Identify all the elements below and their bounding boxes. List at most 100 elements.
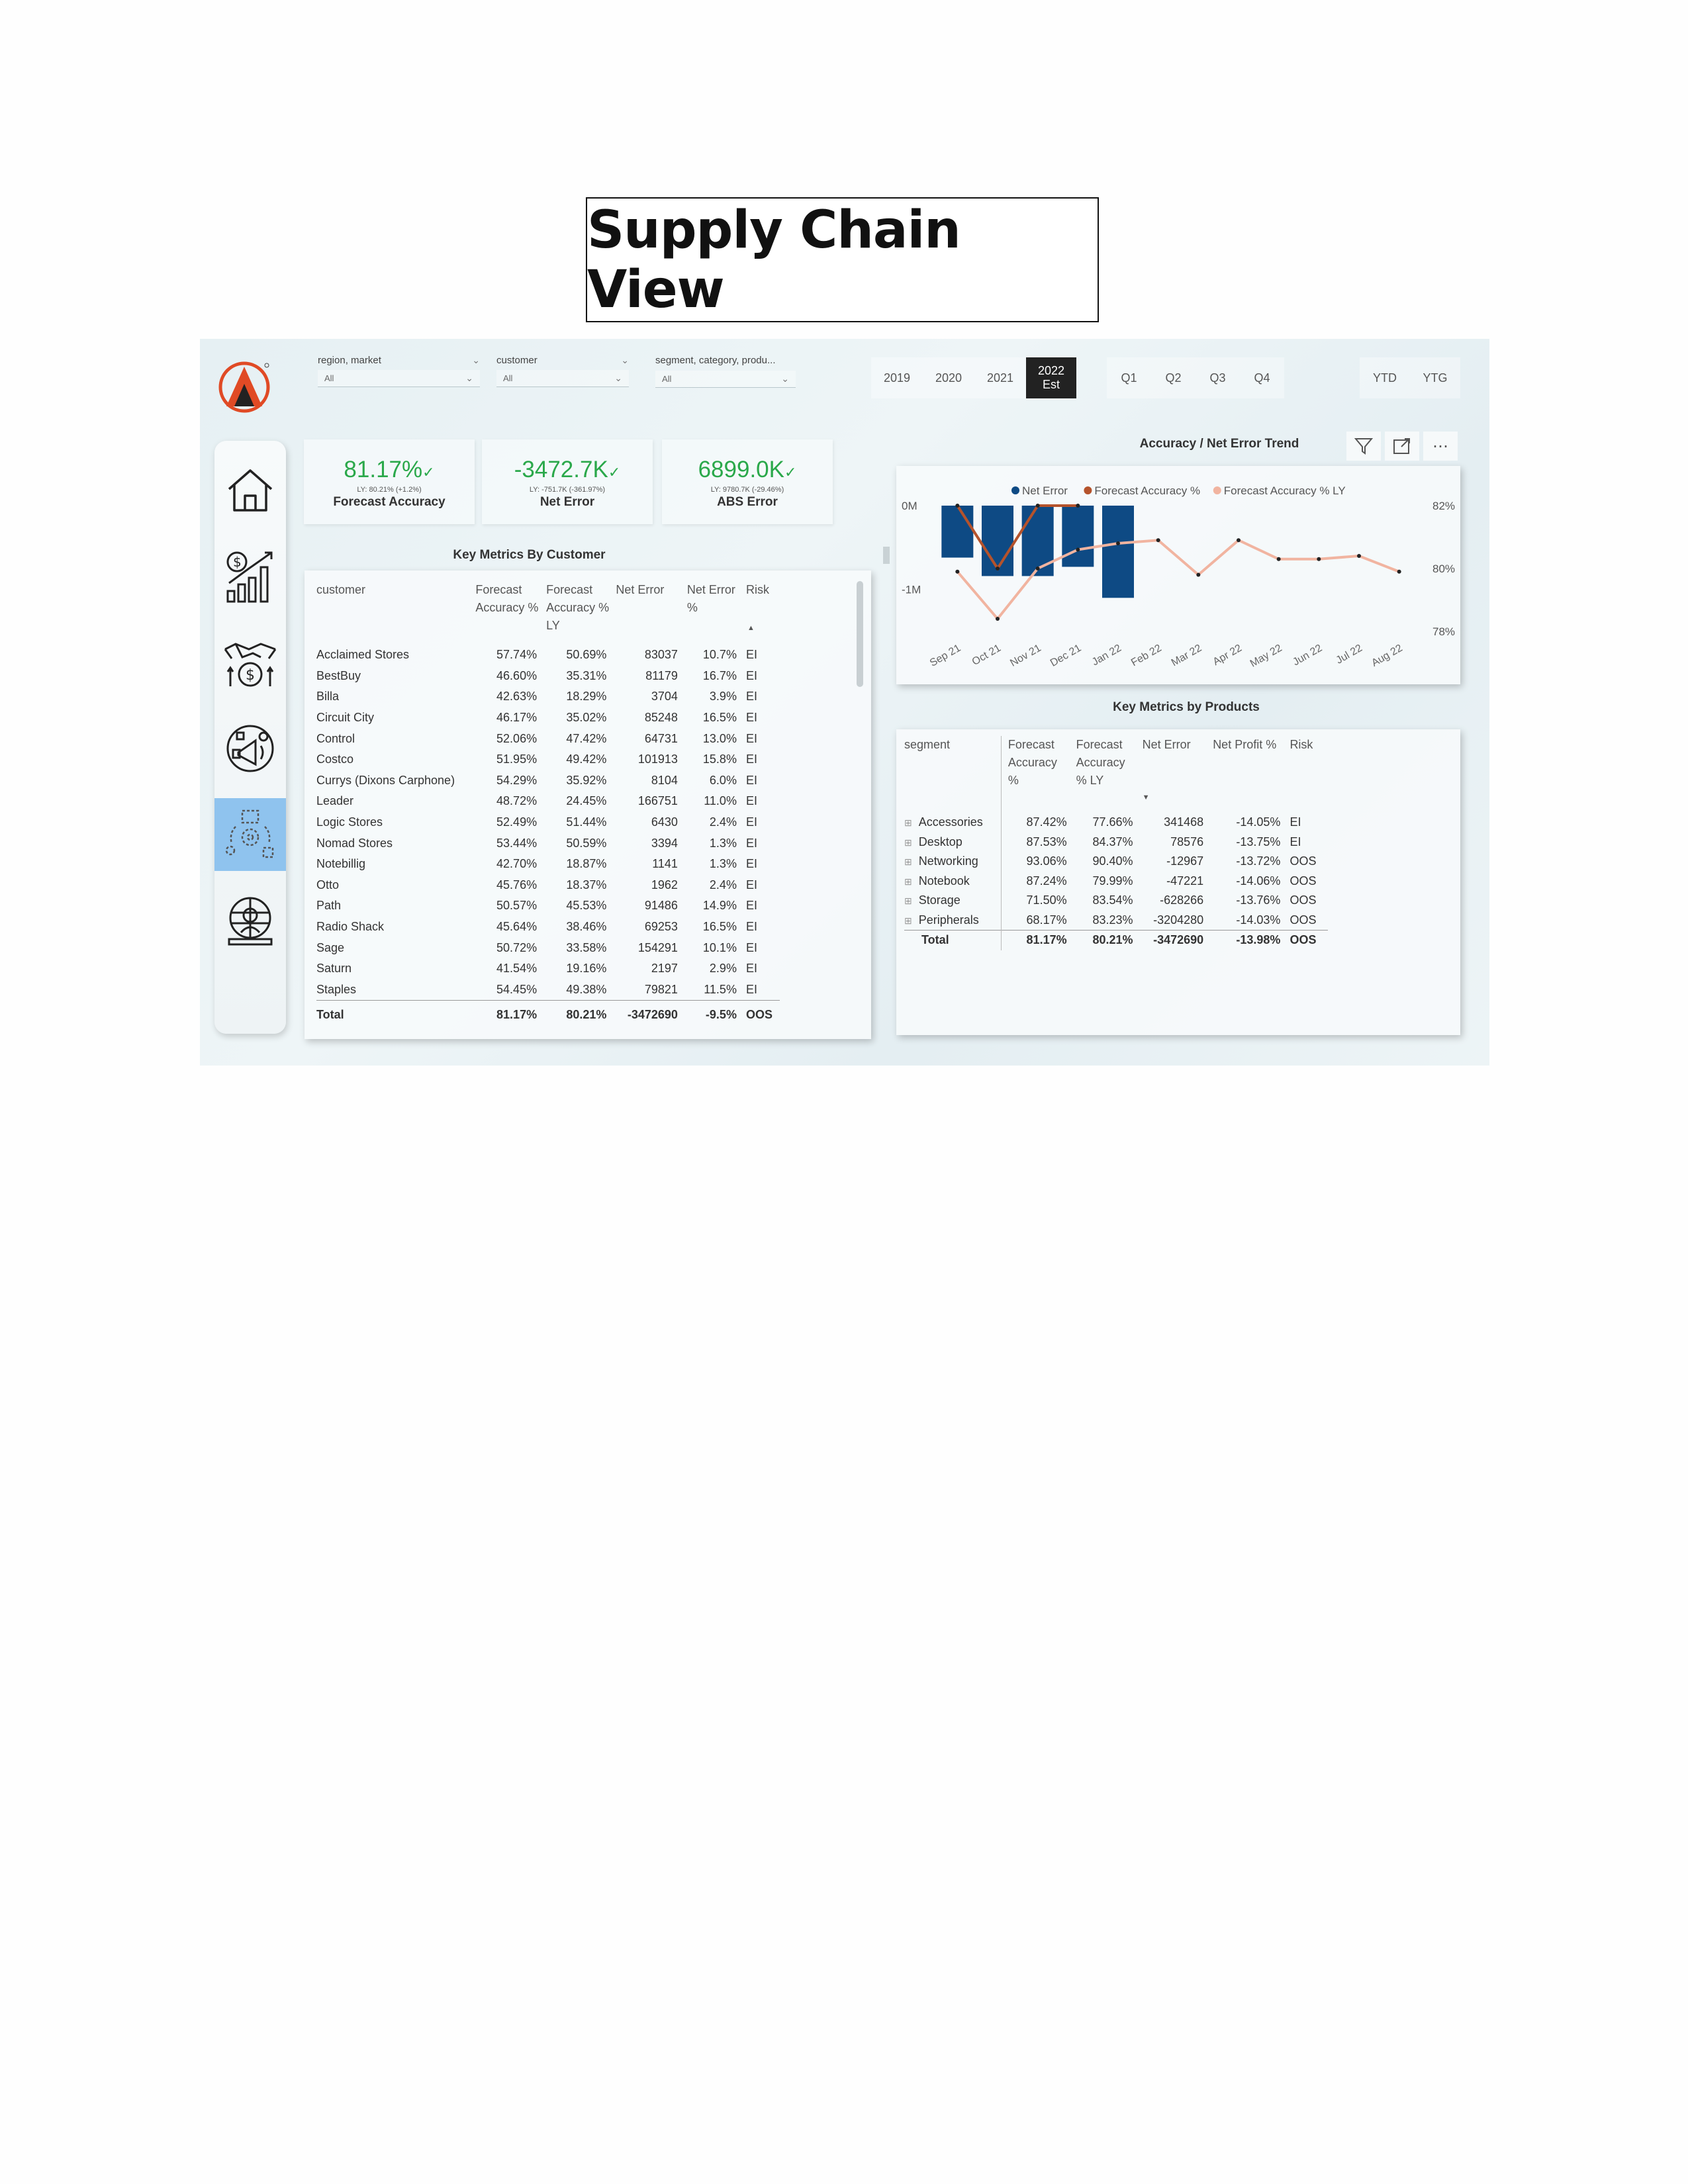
- focus-mode-icon[interactable]: [1385, 432, 1419, 461]
- chevron-down-icon[interactable]: ⌄: [472, 355, 480, 366]
- nav-home[interactable]: [214, 454, 286, 527]
- table-total-row[interactable]: Total 81.17% 80.21% -3472690 -13.98% OOS: [904, 930, 1328, 950]
- line-point: [1397, 569, 1401, 574]
- cell-risk: EI: [745, 857, 757, 871]
- table-row[interactable]: Billa 42.63% 18.29% 3704 3.9% EI: [316, 686, 780, 707]
- column-header-net-error[interactable]: Net Error: [616, 581, 687, 645]
- table-row[interactable]: Otto 45.76% 18.37% 1962 2.4% EI: [316, 875, 780, 896]
- cell-name-label: Storage: [918, 893, 961, 907]
- table-row[interactable]: Currys (Dixons Carphone) 54.29% 35.92% 8104…: [316, 770, 780, 792]
- cell-pct: 16.5%: [702, 711, 737, 725]
- table-row[interactable]: ⊞ Notebook 87.24% 79.99% -47221 -14.06% OOS: [904, 871, 1328, 891]
- expand-icon[interactable]: ⊞: [904, 817, 912, 828]
- cell-forecast-accuracy: 68.17%: [1026, 913, 1067, 927]
- nav-supply-chain[interactable]: [214, 798, 286, 871]
- net-error-bar: [1021, 506, 1054, 576]
- x-tick-label: Jun 22: [1291, 643, 1324, 668]
- expand-icon[interactable]: ⊞: [904, 915, 912, 926]
- column-header-forecast-accuracy[interactable]: Forecast Accuracy %: [475, 581, 546, 645]
- column-header-forecast-accuracy[interactable]: Forecast Accuracy %: [1001, 736, 1076, 813]
- column-header-customer[interactable]: customer: [316, 581, 475, 645]
- nav-finance[interactable]: $: [214, 626, 286, 699]
- nav-executive[interactable]: [214, 884, 286, 957]
- year-button-2021[interactable]: 2021: [974, 357, 1026, 398]
- kpi-label: Net Error: [539, 495, 595, 509]
- customer-dropdown[interactable]: All ⌄: [496, 370, 629, 387]
- table-row[interactable]: ⊞ Networking 93.06% 90.40% -12967 -13.72% OOS: [904, 852, 1328, 872]
- table-row[interactable]: BestBuy 46.60% 35.31% 81179 16.7% EI: [316, 666, 780, 687]
- table-row[interactable]: Circuit City 46.17% 35.02% 85248 16.5% EI: [316, 707, 780, 729]
- filter-icon[interactable]: [1346, 432, 1381, 461]
- cell-net-error: 64731: [644, 731, 678, 745]
- cell-name: Sage: [316, 940, 345, 954]
- column-header-net-error-pct-label: Net Error %: [686, 583, 735, 614]
- table-row[interactable]: Costco 51.95% 49.42% 101913 15.8% EI: [316, 749, 780, 770]
- region-dropdown[interactable]: All ⌄: [318, 370, 480, 387]
- ytd-button[interactable]: YTD: [1360, 357, 1410, 398]
- page-scrollbar[interactable]: [883, 547, 890, 564]
- line-point: [1116, 541, 1120, 545]
- table-row[interactable]: Saturn 41.54% 19.16% 2197 2.9% EI: [316, 958, 780, 979]
- line-point: [1317, 557, 1321, 561]
- column-header-forecast-accuracy-ly[interactable]: Forecast Accuracy % LY ▼: [1076, 736, 1150, 813]
- year-button-2022-est[interactable]: 2022 Est: [1026, 357, 1076, 398]
- check-icon: ✓: [608, 464, 621, 480]
- table-row[interactable]: Staples 54.45% 49.38% 79821 11.5% EI: [316, 979, 780, 1001]
- table-row[interactable]: Sage 50.72% 33.58% 154291 10.1% EI: [316, 937, 780, 958]
- column-header-net-error-pct[interactable]: Net Error %: [687, 581, 746, 645]
- cell-forecast-accuracy-ly: 49.42%: [566, 752, 607, 766]
- column-header-risk[interactable]: Risk ▲: [746, 581, 780, 645]
- product-table-title: Key Metrics by Products: [1113, 700, 1260, 714]
- product-table-body: ⊞ Accessories 87.42% 77.66% 341468 -14.05% EI ⊞…: [904, 813, 1328, 950]
- region-slicer[interactable]: region, market ⌄ All ⌄: [318, 355, 480, 387]
- quarter-button-q3[interactable]: Q3: [1196, 357, 1240, 398]
- cell-forecast-accuracy-ly: 35.92%: [566, 773, 607, 787]
- table-row[interactable]: ⊞ Accessories 87.42% 77.66% 341468 -14.05% EI: [904, 813, 1328, 833]
- expand-icon[interactable]: ⊞: [904, 856, 912, 867]
- cell-forecast-accuracy-ly: 51.44%: [566, 815, 607, 829]
- column-header-segment[interactable]: segment: [904, 736, 1002, 813]
- table-row[interactable]: Radio Shack 45.64% 38.46% 69253 16.5% EI: [316, 917, 780, 938]
- ytg-button[interactable]: YTG: [1410, 357, 1460, 398]
- table-row[interactable]: ⊞ Storage 71.50% 83.54% -628266 -13.76% OOS: [904, 891, 1328, 911]
- y-right-tick-label: 82%: [1432, 500, 1455, 512]
- nav-sales[interactable]: $: [214, 540, 286, 613]
- quarter-button-q4[interactable]: Q4: [1240, 357, 1284, 398]
- year-button-2019[interactable]: 2019: [871, 357, 923, 398]
- table-row[interactable]: ⊞ Desktop 87.53% 84.37% 78576 -13.75% EI: [904, 832, 1328, 852]
- column-header-net-error[interactable]: Net Error: [1143, 736, 1213, 813]
- line-point: [1035, 567, 1040, 570]
- table-row[interactable]: Notebillig 42.70% 18.87% 1141 1.3% EI: [316, 854, 780, 875]
- segment-dropdown[interactable]: All ⌄: [655, 371, 796, 388]
- table-row[interactable]: Logic Stores 52.49% 51.44% 6430 2.4% EI: [316, 812, 780, 833]
- table-row[interactable]: Control 52.06% 47.42% 64731 13.0% EI: [316, 728, 780, 749]
- nav-marketing[interactable]: [214, 712, 286, 785]
- cell-forecast-accuracy: 57.74%: [496, 648, 538, 662]
- table-row[interactable]: ⊞ Peripherals 68.17% 83.23% -3204280 -14.03% O…: [904, 910, 1328, 931]
- segment-slicer[interactable]: segment, category, produ... All ⌄: [655, 355, 796, 388]
- column-header-risk[interactable]: Risk: [1289, 736, 1328, 813]
- table-total-row[interactable]: Total 81.17% 80.21% -3472690 -9.5% OOS: [316, 1000, 780, 1029]
- scrollbar-thumb[interactable]: [857, 581, 863, 687]
- column-header-net-profit-pct[interactable]: Net Profit %: [1213, 736, 1289, 813]
- legend-marker: [1084, 486, 1092, 494]
- expand-icon[interactable]: ⊞: [904, 837, 912, 848]
- customer-slicer[interactable]: customer ⌄ All ⌄: [496, 355, 629, 387]
- chevron-down-icon[interactable]: ⌄: [621, 355, 629, 366]
- table-row[interactable]: Leader 48.72% 24.45% 166751 11.0% EI: [316, 791, 780, 812]
- table-row[interactable]: Acclaimed Stores 57.74% 50.69% 83037 10.7% EI: [316, 645, 780, 666]
- column-header-forecast-accuracy-ly[interactable]: Forecast Accuracy % LY: [546, 581, 616, 645]
- quarter-button-q1[interactable]: Q1: [1107, 357, 1151, 398]
- table-row[interactable]: Path 50.57% 45.53% 91486 14.9% EI: [316, 895, 780, 917]
- more-options-icon[interactable]: ⋯: [1423, 432, 1458, 461]
- y-right-tick-label: 78%: [1432, 625, 1455, 638]
- year-button-2020[interactable]: 2020: [923, 357, 974, 398]
- cell-pct: 14.9%: [702, 899, 737, 913]
- cell-name: Circuit City: [316, 711, 375, 725]
- quarter-button-q2[interactable]: Q2: [1151, 357, 1196, 398]
- expand-icon[interactable]: ⊞: [904, 876, 912, 887]
- customer-slicer-label: customer: [496, 355, 538, 366]
- table-row[interactable]: Nomad Stores 53.44% 50.59% 3394 1.3% EI: [316, 833, 780, 854]
- cell-forecast-accuracy-ly: 50.69%: [566, 648, 607, 662]
- expand-icon[interactable]: ⊞: [904, 895, 912, 906]
